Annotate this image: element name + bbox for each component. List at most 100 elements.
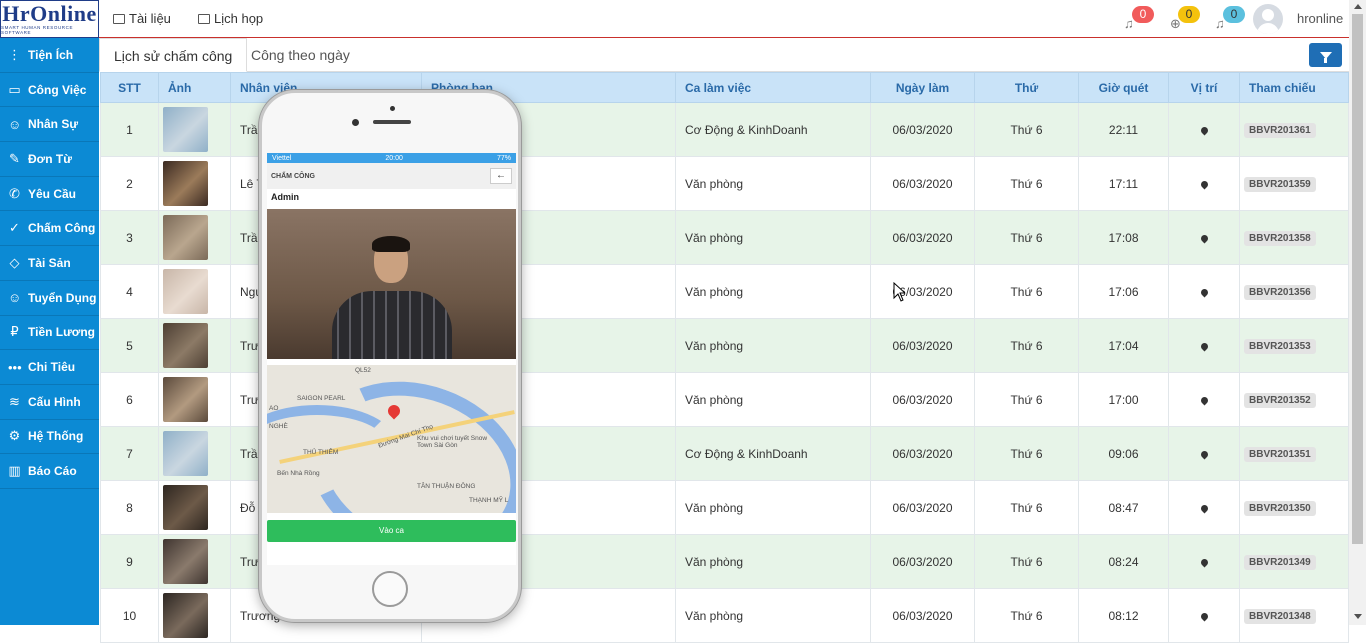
attendance-photo[interactable] [163,215,208,260]
row-scan-time: 22:11 [1078,102,1169,157]
sidebar-item-label: Tuyển Dụng [28,290,97,305]
attendance-photo[interactable] [163,269,208,314]
row-reference-cell: BBVR201356 [1239,264,1349,319]
map-pin-icon[interactable] [1199,503,1209,513]
attendance-photo[interactable] [163,323,208,368]
home-button[interactable] [372,571,408,607]
back-button[interactable]: ← [490,168,512,184]
map-label: AO [269,405,279,412]
map-pin-icon[interactable] [1199,341,1209,351]
row-stt: 8 [100,480,159,535]
dots-vertical-icon: ⋮ [8,46,21,62]
tab-daily-work[interactable]: Công theo ngày [237,38,364,72]
reference-badge[interactable]: BBVR201359 [1244,176,1316,192]
attendance-photo[interactable] [163,485,208,530]
sidebar-item-payroll[interactable]: ₽ Tiền Lương [0,316,99,351]
sidebar-item-personnel[interactable]: ☺ Nhân Sự [0,107,99,143]
attendance-photo[interactable] [163,161,208,206]
filter-button[interactable] [1309,43,1342,67]
map-pin-icon[interactable] [1199,449,1209,459]
map-label: THỦ THIÊM [303,449,339,456]
carrier: Viettel [272,154,292,162]
attendance-photo[interactable] [163,431,208,476]
scroll-down-icon[interactable] [1354,614,1362,619]
meetings-link[interactable]: Lịch họp [198,11,263,26]
map-pin-icon[interactable] [1199,395,1209,405]
vertical-scrollbar[interactable] [1349,0,1366,625]
row-location [1168,372,1240,427]
sidebar-item-recruitment[interactable]: ☺ Tuyển Dụng [0,281,99,316]
col-scan-time[interactable]: Giờ quét [1078,72,1169,103]
reference-badge[interactable]: BBVR201349 [1244,554,1316,570]
row-shift: Cơ Động & KinhDoanh [675,426,871,481]
col-stt[interactable]: STT [100,72,159,103]
location-map[interactable]: SAIGON PEARL Đường Mai Chí Thọ THỦ THIÊM… [267,365,516,513]
edit-icon: ✎ [9,150,20,166]
avatar[interactable] [1253,4,1283,34]
reference-badge[interactable]: BBVR201351 [1244,446,1316,462]
documents-link[interactable]: Tài liệu [113,11,171,26]
sidebar-item-tasks[interactable]: ▭ Công Việc [0,73,99,108]
attendance-photo[interactable] [163,539,208,584]
col-photo[interactable]: Ảnh [158,72,231,103]
row-location [1168,318,1240,373]
row-photo-cell [158,102,231,157]
row-location [1168,588,1240,643]
row-stt: 5 [100,318,159,373]
col-reference[interactable]: Tham chiếu [1239,72,1349,103]
logo-tagline: Smart human resource software [1,25,74,35]
sidebar-item-assets[interactable]: ◇ Tài Sản [0,246,99,281]
check-in-button[interactable]: Vào ca [267,520,516,542]
row-stt: 10 [100,588,159,643]
row-date: 06/03/2020 [870,102,975,157]
row-stt: 7 [100,426,159,481]
sidebar-item-label: Chi Tiêu [28,360,76,375]
row-photo-cell [158,426,231,481]
attendance-photo[interactable] [163,107,208,152]
map-pin-icon[interactable] [1199,233,1209,243]
scrollbar-thumb[interactable] [1352,14,1363,544]
reference-badge[interactable]: BBVR201352 [1244,392,1316,408]
reference-badge[interactable]: BBVR201348 [1244,608,1316,624]
reference-badge[interactable]: BBVR201361 [1244,122,1316,138]
scroll-up-icon[interactable] [1354,4,1362,9]
map-pin-icon[interactable] [1199,179,1209,189]
row-shift: Văn phòng [675,588,871,643]
logo[interactable]: HrOnline Smart human resource software [0,0,99,38]
map-pin-icon[interactable] [1199,557,1209,567]
inbox-icon: ▭ [8,81,21,97]
sidebar-item-label: Cấu Hình [28,394,81,409]
row-weekday: Thứ 6 [974,480,1079,535]
map-pin-icon[interactable] [1199,611,1209,621]
sidebar-item-expenses[interactable]: ••• Chi Tiêu [0,350,99,385]
sidebar-item-requests[interactable]: ✆ Yêu Cầu [0,177,99,212]
row-scan-time: 17:06 [1078,264,1169,319]
sidebar-item-attendance[interactable]: ✓ Chấm Công [0,211,99,247]
notification-globe[interactable]: ⊕ 0 [1168,6,1200,32]
attendance-photo[interactable] [163,593,208,638]
attendance-photo[interactable] [163,377,208,422]
map-pin-icon[interactable] [1199,287,1209,297]
phone-screen: Viettel 20:00 77% CHẤM CÔNG ← Admin SAIG… [267,153,516,565]
meetings-label: Lịch họp [214,11,264,26]
sidebar-item-configuration[interactable]: ≋ Cấu Hình [0,385,99,420]
username[interactable]: hronline [1297,11,1343,26]
map-pin-icon[interactable] [1199,125,1209,135]
reference-badge[interactable]: BBVR201353 [1244,338,1316,354]
tab-attendance-history[interactable]: Lịch sử chấm công [99,38,248,72]
notification-bell[interactable]: ♫ 0 [1122,6,1154,32]
sidebar-item-forms[interactable]: ✎ Đơn Từ [0,142,99,177]
notification-alerts[interactable]: ♫ 0 [1213,6,1245,32]
sidebar-item-reports[interactable]: ▥ Báo Cáo [0,454,99,489]
reference-badge[interactable]: BBVR201358 [1244,230,1316,246]
map-label: Khu vui chơi tuyết Snow Town Sài Gòn [417,435,488,449]
sidebar-item-system[interactable]: ⚙ Hệ Thống [0,420,99,455]
col-date[interactable]: Ngày làm [870,72,975,103]
sidebar-item-utilities[interactable]: ⋮ Tiện Ích [0,38,99,73]
reference-badge[interactable]: BBVR201356 [1244,284,1316,300]
col-location[interactable]: Vị trí [1168,72,1240,103]
col-weekday[interactable]: Thứ [974,72,1079,103]
reference-badge[interactable]: BBVR201350 [1244,500,1316,516]
col-shift[interactable]: Ca làm việc [675,72,871,103]
app-header: CHẤM CÔNG ← [267,163,516,189]
